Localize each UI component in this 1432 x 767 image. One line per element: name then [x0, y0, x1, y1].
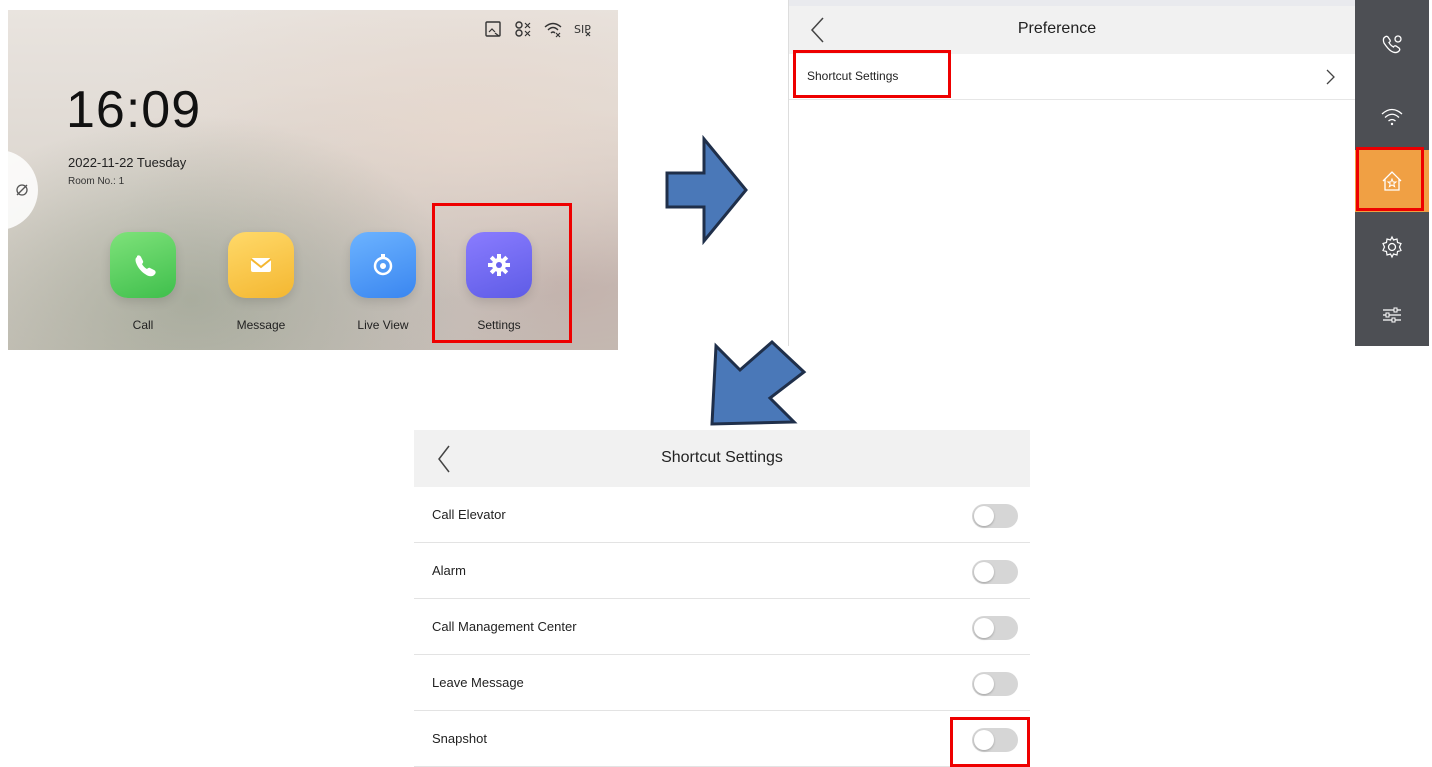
app-label: Call — [132, 318, 154, 332]
call-tile[interactable] — [110, 232, 176, 298]
app-call[interactable]: Call — [98, 232, 188, 332]
wifi-off-icon — [544, 20, 562, 38]
call-settings-icon — [1382, 35, 1402, 54]
toggle-knob — [974, 506, 994, 526]
row-label: Call Management Center — [432, 619, 577, 634]
preference-sidebar-highlight-box — [1356, 147, 1424, 211]
camera-icon — [373, 254, 393, 276]
sd-card-icon — [484, 20, 502, 38]
toggle-knob — [974, 562, 994, 582]
preference-screen: Preference Shortcut Settings — [788, 0, 1429, 346]
shortcut-row-alarm: Alarm — [414, 543, 1030, 599]
envelope-icon — [250, 258, 272, 272]
home-screen: SIP 16:09 2022-11-22 Tuesday Room No.: 1… — [8, 10, 618, 350]
shortcut-row-snapshot: Snapshot — [414, 711, 1030, 767]
date-label: 2022-11-22 Tuesday — [68, 155, 187, 170]
unlock-side-tab[interactable] — [8, 150, 38, 230]
sidebar-item-call-settings[interactable] — [1355, 14, 1429, 76]
app-message[interactable]: Message — [216, 232, 306, 332]
shortcut-row-call-management-center: Call Management Center — [414, 599, 1030, 655]
room-number: Room No.: 1 — [68, 176, 125, 187]
toggle-knob — [974, 618, 994, 638]
link-off-icon — [514, 20, 532, 38]
alarm-toggle[interactable] — [972, 560, 1018, 584]
shortcut-settings-screen: Shortcut Settings Call Elevator Alarm Ca… — [414, 430, 1030, 767]
sip-icon: SIP — [574, 20, 592, 38]
sliders-icon — [1383, 307, 1401, 323]
snapshot-highlight-box — [950, 717, 1030, 767]
row-label: Leave Message — [432, 675, 524, 690]
leave-message-toggle[interactable] — [972, 672, 1018, 696]
preference-header: Preference — [789, 6, 1355, 54]
page-title: Shortcut Settings — [661, 449, 783, 466]
app-label: Message — [236, 318, 286, 332]
sidebar-item-settings[interactable] — [1355, 216, 1429, 278]
arrow-right-icon — [665, 135, 748, 245]
live-view-tile[interactable] — [350, 232, 416, 298]
toggle-knob — [974, 674, 994, 694]
row-label: Call Elevator — [432, 507, 506, 522]
message-tile[interactable] — [228, 232, 294, 298]
row-label: Alarm — [432, 563, 466, 578]
sidebar-item-advanced[interactable] — [1355, 284, 1429, 346]
page-title: Preference — [1017, 20, 1097, 37]
shortcut-settings-header: Shortcut Settings — [414, 430, 1030, 487]
shortcut-row-call-elevator: Call Elevator — [414, 487, 1030, 543]
clock: 16:09 — [66, 81, 202, 139]
arrow-down-left-icon — [710, 339, 807, 426]
shortcut-highlight-box — [793, 50, 951, 98]
shortcut-row-leave-message: Leave Message — [414, 655, 1030, 711]
row-label: Snapshot — [432, 731, 487, 746]
phone-icon — [135, 255, 156, 277]
unlock-icon — [16, 184, 28, 196]
gear-icon — [1382, 235, 1402, 259]
sidebar-item-wifi[interactable] — [1355, 86, 1429, 148]
call-management-center-toggle[interactable] — [972, 616, 1018, 640]
app-live-view[interactable]: Live View — [338, 232, 428, 332]
status-bar: SIP — [484, 20, 592, 38]
chevron-right-icon — [1326, 69, 1335, 85]
settings-highlight-box — [432, 203, 572, 343]
call-elevator-toggle[interactable] — [972, 504, 1018, 528]
app-label: Live View — [357, 318, 409, 332]
wifi-icon — [1381, 108, 1403, 126]
